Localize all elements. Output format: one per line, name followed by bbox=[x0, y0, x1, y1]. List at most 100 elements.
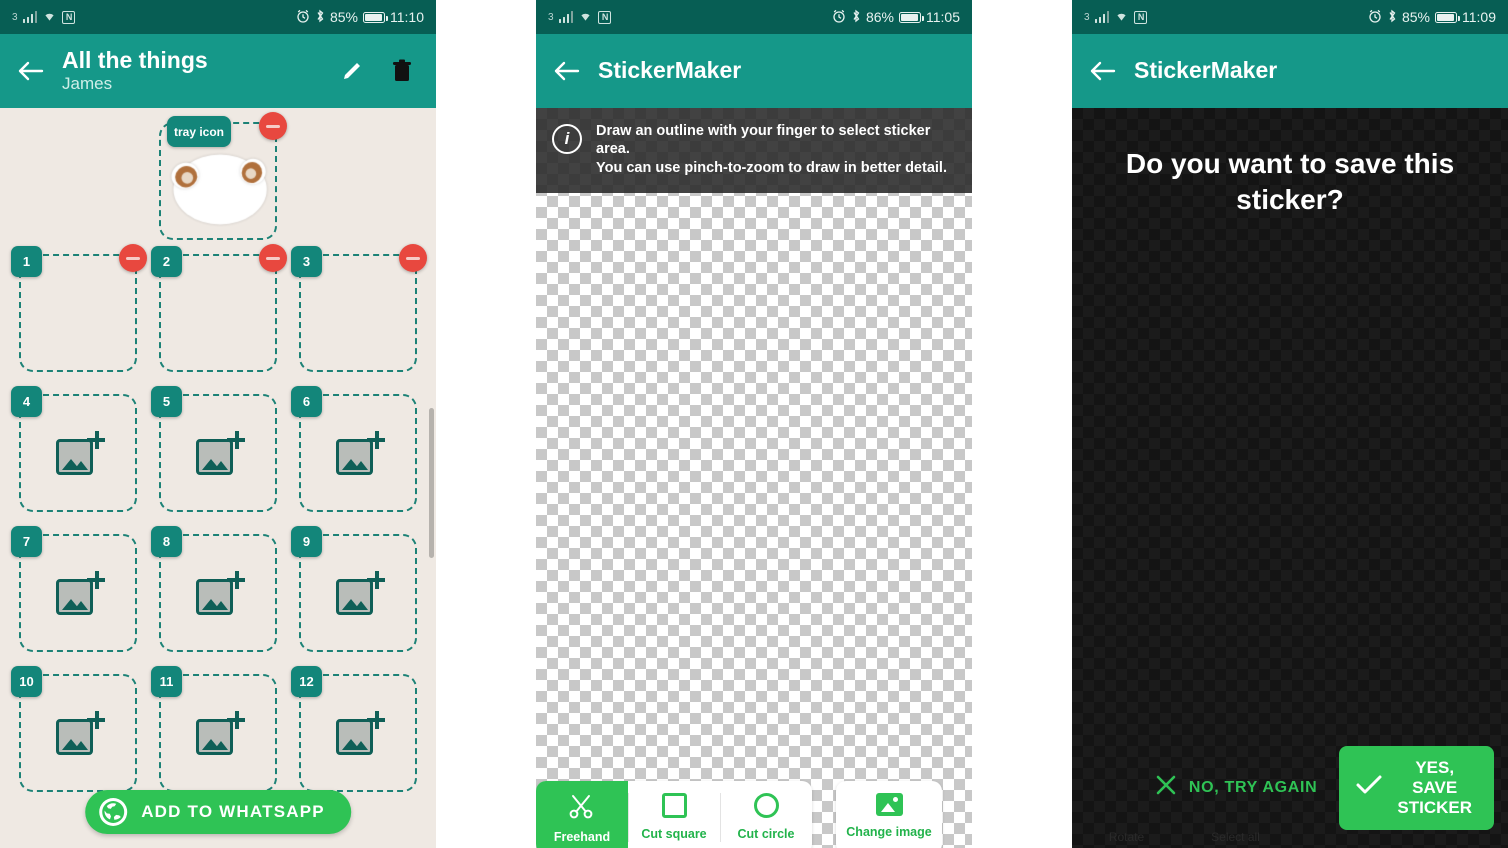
clock-time: 11:05 bbox=[926, 9, 960, 25]
battery-percent: 85% bbox=[329, 9, 358, 25]
clock-time: 11:10 bbox=[390, 9, 424, 25]
sticker-slot-11[interactable]: 11 bbox=[151, 666, 277, 792]
confirm-actions: NO, TRY AGAIN YES, SAVE STICKER bbox=[1072, 745, 1508, 830]
signal-bars-icon bbox=[558, 11, 574, 23]
add-to-whatsapp-label: ADD TO WHATSAPP bbox=[141, 802, 325, 821]
sticker-slot-2[interactable]: 2 bbox=[151, 244, 287, 372]
slot-number-badge: 3 bbox=[291, 246, 322, 277]
sticker-editor-canvas[interactable]: i Draw an outline with your finger to se… bbox=[536, 108, 972, 848]
remove-icon[interactable] bbox=[119, 244, 147, 272]
sticker-slot-3[interactable]: 3 bbox=[291, 244, 427, 372]
app-bar-panel3: StickerMaker bbox=[1072, 34, 1508, 108]
tool-freehand[interactable]: Freehand bbox=[536, 781, 628, 848]
info-line-2: You can use pinch-to-zoom to draw in bet… bbox=[596, 159, 947, 176]
check-icon bbox=[1355, 773, 1383, 802]
battery-percent: 85% bbox=[1401, 9, 1430, 25]
sticker-slot-10[interactable]: 10 bbox=[11, 666, 137, 792]
trash-icon[interactable] bbox=[388, 57, 416, 85]
slot-number-badge: 11 bbox=[151, 666, 182, 697]
tool-bar: Freehand Cut square Cut circle Change im… bbox=[536, 781, 972, 848]
nfc-icon: N bbox=[598, 10, 612, 24]
carrier-label: 3 bbox=[12, 11, 18, 23]
remove-icon[interactable] bbox=[259, 112, 287, 140]
tool-change-image-label: Change image bbox=[846, 825, 932, 839]
alarm-icon bbox=[832, 9, 846, 26]
slot-number-badge: 8 bbox=[151, 526, 182, 557]
sticker-slot-1[interactable]: 1 bbox=[11, 244, 147, 372]
battery-percent: 86% bbox=[865, 9, 894, 25]
tool-cut-circle-label: Cut circle bbox=[737, 827, 795, 841]
sticker-slot-7[interactable]: 7 bbox=[11, 526, 137, 652]
dimmed-hint-spacer-1 bbox=[1290, 830, 1399, 844]
remove-icon[interactable] bbox=[259, 244, 287, 272]
dimmed-hint-spacer-2 bbox=[1399, 830, 1508, 844]
add-image-icon bbox=[196, 711, 245, 755]
clock-time: 11:09 bbox=[1462, 9, 1496, 25]
battery-icon bbox=[899, 11, 924, 23]
status-bar-panel1: 3 N 85% 11:10 bbox=[0, 0, 436, 34]
remove-icon[interactable] bbox=[399, 244, 427, 272]
sticker-slot-5[interactable]: 5 bbox=[151, 386, 277, 512]
sticker-slot-6[interactable]: 6 bbox=[291, 386, 417, 512]
no-try-again-label: NO, TRY AGAIN bbox=[1188, 778, 1318, 796]
slot-number-badge: 12 bbox=[291, 666, 322, 697]
info-banner: i Draw an outline with your finger to se… bbox=[536, 108, 972, 193]
dimmed-hint-rotate: Rotate bbox=[1108, 830, 1145, 844]
back-arrow-icon[interactable] bbox=[550, 54, 584, 88]
alarm-icon bbox=[1368, 9, 1382, 26]
app-bar-panel2: StickerMaker bbox=[536, 34, 972, 108]
slot-number-badge: 1 bbox=[11, 246, 42, 277]
save-prompt: Do you want to save this sticker? bbox=[1125, 148, 1455, 215]
close-x-icon bbox=[1155, 774, 1177, 801]
slot-number-badge: 10 bbox=[11, 666, 42, 697]
sticker-preview bbox=[1072, 368, 1508, 658]
sticker-slot-12[interactable]: 12 bbox=[291, 666, 417, 792]
dimmed-hint-select-all: Select all bbox=[1211, 830, 1260, 844]
bluetooth-icon bbox=[851, 9, 861, 26]
pencil-icon[interactable] bbox=[338, 57, 366, 85]
status-bar-panel2: 3 N 86% 11:05 bbox=[536, 0, 972, 34]
add-image-icon bbox=[56, 571, 105, 615]
tool-freehand-label: Freehand bbox=[553, 830, 611, 844]
panel-draw-outline: 3 N 86% 11:05 StickerMaker i Draw an out… bbox=[536, 0, 972, 848]
wifi-icon bbox=[42, 9, 57, 25]
three-panel-screenshot: 3 N 85% 11:10 All the things James tray … bbox=[0, 0, 1508, 848]
info-text: Draw an outline with your finger to sele… bbox=[596, 122, 956, 177]
circle-icon bbox=[753, 793, 779, 818]
tray-icon-row: tray icon bbox=[0, 108, 436, 246]
wifi-icon bbox=[578, 9, 593, 25]
slot-number-badge: 6 bbox=[291, 386, 322, 417]
yes-save-sticker-button[interactable]: YES, SAVE STICKER bbox=[1339, 745, 1494, 830]
back-arrow-icon[interactable] bbox=[14, 54, 48, 88]
add-image-icon bbox=[196, 431, 245, 475]
add-to-whatsapp-button[interactable]: ADD TO WHATSAPP bbox=[85, 790, 351, 834]
slot-number-badge: 5 bbox=[151, 386, 182, 417]
sticker-slot-grid: 1 2 3 4 5 6 7 8 9 10 11 12 bbox=[0, 244, 436, 792]
back-arrow-icon[interactable] bbox=[1086, 54, 1120, 88]
sticker-slot-4[interactable]: 4 bbox=[11, 386, 137, 512]
editor-photo[interactable] bbox=[536, 325, 972, 655]
info-line-1: Draw an outline with your finger to sele… bbox=[596, 123, 931, 158]
add-image-icon bbox=[336, 711, 385, 755]
no-try-again-button[interactable]: NO, TRY AGAIN bbox=[1155, 774, 1318, 801]
tool-cut-square[interactable]: Cut square bbox=[628, 781, 720, 848]
status-bar-panel3: 3 N 85% 11:09 bbox=[1072, 0, 1508, 34]
tool-cut-circle[interactable]: Cut circle bbox=[720, 781, 812, 848]
signal-bars-icon bbox=[1094, 11, 1110, 23]
panel-gap-1 bbox=[436, 0, 536, 848]
page-subtitle: James bbox=[62, 74, 113, 94]
save-confirm-body: Do you want to save this sticker? Rotate… bbox=[1072, 108, 1508, 848]
sticker-slot-8[interactable]: 8 bbox=[151, 526, 277, 652]
alarm-icon bbox=[296, 9, 310, 26]
tool-change-image[interactable]: Change image bbox=[836, 781, 942, 848]
bluetooth-icon bbox=[315, 9, 325, 26]
battery-icon bbox=[1435, 11, 1460, 23]
sticker-slot-9[interactable]: 9 bbox=[291, 526, 417, 652]
sticker-grid-body: tray icon 1 2 3 4 5 6 7 8 9 10 11 12 ADD TO WHATSAP… bbox=[0, 108, 436, 848]
add-image-icon bbox=[56, 711, 105, 755]
tray-icon-slot[interactable]: tray icon bbox=[159, 112, 287, 240]
yes-save-sticker-label: YES, SAVE STICKER bbox=[1397, 757, 1472, 817]
vertical-scrollbar[interactable] bbox=[429, 408, 434, 558]
add-image-icon bbox=[196, 571, 245, 615]
panel-sticker-pack: 3 N 85% 11:10 All the things James tray … bbox=[0, 0, 436, 848]
